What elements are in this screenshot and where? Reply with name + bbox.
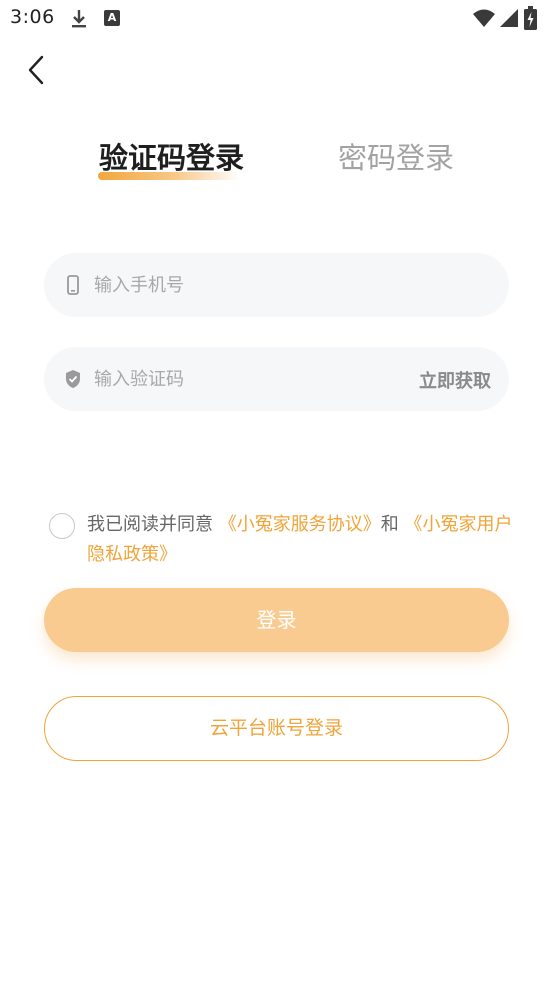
phone-input[interactable] [94,265,394,305]
agreement-prefix: 我已阅读并同意 [87,514,213,535]
shield-check-icon [66,370,80,388]
login-button[interactable]: 登录 [44,588,509,652]
agreement-text: 我已阅读并同意 《小冤家服务协议》和 《小冤家用户隐私政策》 [87,510,517,570]
wifi-icon [473,9,495,27]
a-badge-icon: A [104,10,120,26]
download-icon [72,10,86,28]
phone-icon [67,275,79,295]
get-code-button[interactable]: 立即获取 [419,367,491,393]
cloud-account-login-button[interactable]: 云平台账号登录 [44,696,509,761]
agreement-middle: 和 [380,514,399,535]
battery-charging-icon [524,6,537,30]
code-input[interactable] [94,359,394,399]
status-bar: 3:06 A [0,0,551,38]
tab-password-login[interactable]: 密码登录 [338,138,458,182]
status-time: 3:06 [10,6,55,28]
back-button[interactable] [20,52,54,88]
login-screen: 3:06 A 验证码登录 密码登录 输入手机号 输入验证码 立即获取 我已阅读并… [0,0,551,981]
phone-field-container [44,253,509,317]
tab-active-underline [98,172,240,180]
signal-icon [500,9,518,27]
code-field-container: 立即获取 [44,347,509,411]
agreement-checkbox[interactable] [49,513,75,539]
service-agreement-link[interactable]: 《小冤家服务协议》 [219,514,381,535]
